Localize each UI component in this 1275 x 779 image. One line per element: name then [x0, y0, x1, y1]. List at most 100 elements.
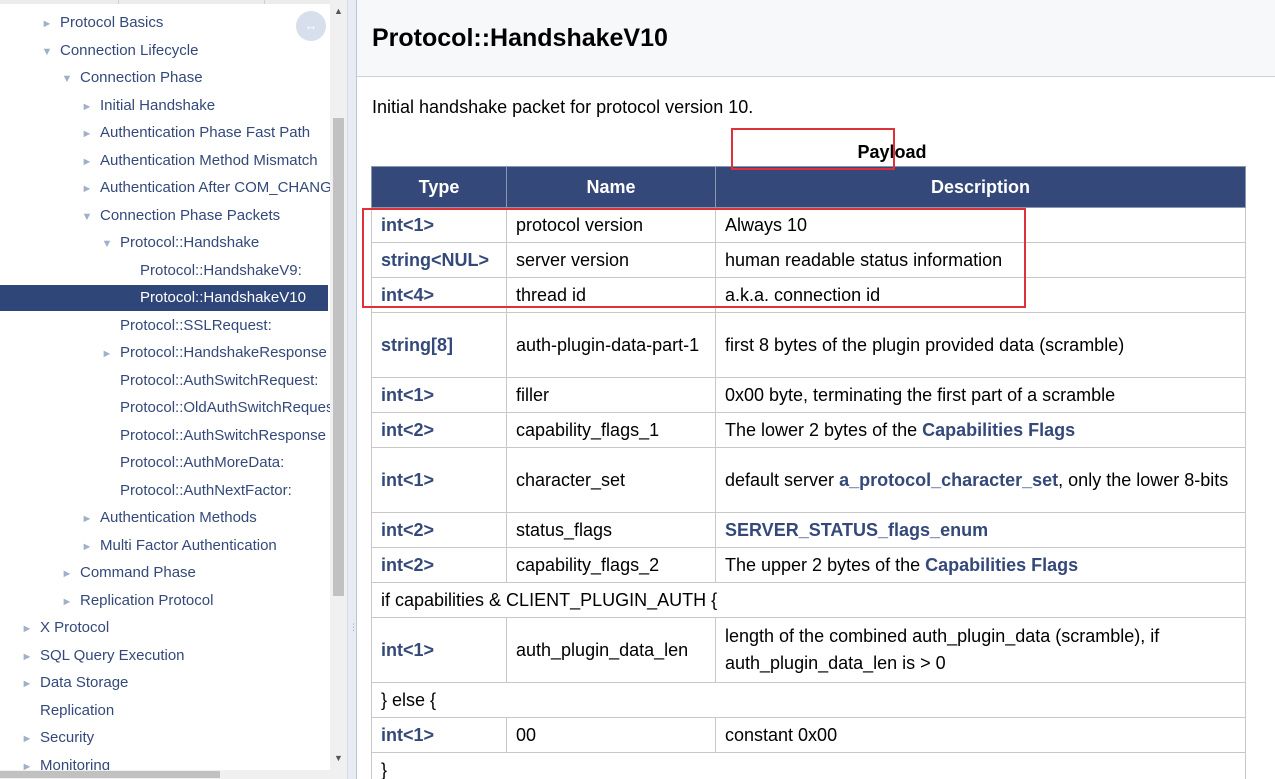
expand-arrow-icon[interactable]: ►	[20, 644, 34, 670]
nav-item-auth-switch-request[interactable]: Protocol::AuthSwitchRequest:	[100, 368, 318, 394]
cell-type: int<1>	[371, 447, 507, 513]
expand-arrow-icon[interactable]: ►	[80, 534, 94, 560]
nav-top-rule	[0, 0, 330, 4]
cell-name: capability_flags_2	[506, 547, 716, 583]
expand-arrow-icon[interactable]: ►	[20, 616, 34, 642]
nav-hscroll-thumb[interactable]	[0, 771, 220, 778]
desc-text: The upper 2 bytes of the	[725, 554, 926, 575]
expand-arrow-icon[interactable]: ►	[20, 754, 34, 770]
collapse-arrow-icon[interactable]: ▼	[80, 204, 94, 230]
desc-text: default server	[725, 469, 840, 490]
cell-name: filler	[506, 377, 716, 413]
nav-item-authentication-methods[interactable]: ► Authentication Methods	[80, 505, 257, 531]
rows-highlight-box	[362, 208, 1026, 308]
cell-description: The lower 2 bytes of the Capabilities Fl…	[715, 412, 1246, 448]
cell-name: character_set	[506, 447, 716, 513]
cell-type: int<1>	[371, 617, 507, 683]
expand-arrow-icon[interactable]: ►	[60, 561, 74, 587]
header-name: Name	[506, 166, 716, 208]
table-row: int<2> status_flags SERVER_STATUS_flags_…	[371, 512, 1246, 548]
expand-arrow-icon[interactable]: ►	[20, 671, 34, 697]
condition-row: } else {	[371, 682, 1246, 718]
cell-description: The upper 2 bytes of the Capabilities Fl…	[715, 547, 1246, 583]
expand-arrow-icon[interactable]: ►	[80, 506, 94, 532]
nav-item-auth-method-mismatch[interactable]: ► Authentication Method Mismatch	[80, 148, 318, 174]
nav-item-ssl-request[interactable]: Protocol::SSLRequest:	[100, 313, 272, 339]
cell-description: default server a_protocol_character_set,…	[715, 447, 1246, 513]
expand-arrow-icon[interactable]: ►	[80, 121, 94, 147]
expand-arrow-icon[interactable]: ►	[20, 726, 34, 752]
nav-item-protocol-basics[interactable]: ► Protocol Basics	[40, 10, 164, 37]
capabilities-flags-link[interactable]: Capabilities Flags	[922, 420, 1075, 440]
nav-item-x-protocol[interactable]: ► X Protocol	[20, 615, 110, 642]
scroll-up-arrow-icon[interactable]: ▲	[330, 3, 347, 20]
nav-item-connection-phase-packets[interactable]: ▼ Connection Phase Packets	[80, 203, 281, 230]
nav-item-auth-next-factor[interactable]: Protocol::AuthNextFactor:	[100, 478, 292, 504]
nav-item-auth-fast-path[interactable]: ► Authentication Phase Fast Path	[80, 120, 311, 147]
cell-description: length of the combined auth_plugin_data …	[715, 617, 1246, 683]
collapse-arrow-icon[interactable]: ▼	[40, 39, 54, 65]
expand-arrow-icon[interactable]: ►	[60, 589, 74, 615]
cell-description: constant 0x00	[715, 717, 1246, 753]
nav-item-replication-protocol[interactable]: ► Replication Protocol	[60, 588, 214, 615]
collapse-arrow-icon[interactable]: ▼	[60, 66, 74, 92]
page-title: Protocol::HandshakeV10	[372, 24, 668, 52]
nav-horizontal-scrollbar[interactable]	[0, 770, 347, 779]
expand-arrow-icon[interactable]: ►	[80, 149, 94, 175]
server-status-flags-link[interactable]: SERVER_STATUS_flags_enum	[725, 520, 988, 540]
nav-item-auth-more-data[interactable]: Protocol::AuthMoreData:	[100, 450, 284, 476]
nav-item-sql-query-execution[interactable]: ► SQL Query Execution	[20, 643, 185, 669]
nav-item-monitoring[interactable]: ► Monitoring	[20, 753, 111, 770]
nav-item-handshake-v10[interactable]: Protocol::HandshakeV10	[0, 285, 328, 311]
payload-highlight-box	[731, 128, 895, 170]
nav-item-replication[interactable]: Replication	[20, 698, 114, 724]
table-row: int<1> character_set default server a_pr…	[371, 447, 1246, 513]
intro-text: Initial handshake packet for protocol ve…	[372, 97, 754, 117]
collapse-arrow-icon[interactable]: ▼	[100, 231, 114, 257]
character-set-link[interactable]: a_protocol_character_set	[839, 470, 1058, 490]
nav-item-connection-phase[interactable]: ▼ Connection Phase	[60, 65, 203, 91]
nav-item-handshake-v9[interactable]: Protocol::HandshakeV9:	[120, 258, 302, 284]
condition-text: if capabilities & CLIENT_PLUGIN_AUTH {	[371, 582, 1246, 618]
nav-scroll-thumb[interactable]	[333, 118, 344, 596]
table-row: int<2> capability_flags_2 The upper 2 by…	[371, 547, 1246, 583]
nav-item-auth-switch-response[interactable]: Protocol::AuthSwitchResponse	[100, 423, 326, 449]
nav-item-command-phase[interactable]: ► Command Phase	[60, 560, 196, 586]
cell-name: auth-plugin-data-part-1	[506, 312, 716, 378]
cell-type: int<2>	[371, 412, 507, 448]
table-row: int<1> filler 0x00 byte, terminating the…	[371, 377, 1246, 413]
capabilities-flags-link[interactable]: Capabilities Flags	[925, 555, 1078, 575]
pane-splitter[interactable]: ⋮	[347, 0, 358, 779]
expand-arrow-icon[interactable]: ►	[80, 176, 94, 202]
condition-text: } else {	[371, 682, 1246, 718]
scroll-down-arrow-icon[interactable]: ▼	[330, 750, 347, 767]
nav-item-multi-factor-auth[interactable]: ► Multi Factor Authentication	[80, 533, 277, 559]
table-row: string[8] auth-plugin-data-part-1 first …	[371, 312, 1246, 378]
condition-text: }	[371, 752, 1246, 779]
condition-row: }	[371, 752, 1246, 779]
desc-text: The lower 2 bytes of the	[725, 419, 923, 440]
cell-name: auth_plugin_data_len	[506, 617, 716, 683]
expand-arrow-icon[interactable]: ►	[40, 11, 54, 37]
cell-type: int<1>	[371, 377, 507, 413]
table-row: int<1> 00 constant 0x00	[371, 717, 1246, 753]
nav-item-old-auth-switch-request[interactable]: Protocol::OldAuthSwitchRequest	[100, 395, 330, 421]
expand-arrow-icon[interactable]: ►	[100, 341, 114, 367]
nav-item-security[interactable]: ► Security	[20, 725, 95, 752]
cell-type: int<2>	[371, 512, 507, 548]
sync-toc-toggle-icon[interactable]: ↔	[296, 11, 326, 41]
nav-item-handshake-response[interactable]: ► Protocol::HandshakeResponse	[100, 340, 327, 366]
table-header-row: Type Name Description	[371, 166, 1246, 208]
header-type: Type	[371, 166, 507, 208]
nav-item-connection-lifecycle[interactable]: ▼ Connection Lifecycle	[40, 38, 199, 65]
nav-item-protocol-handshake[interactable]: ▼ Protocol::Handshake	[100, 230, 260, 257]
condition-row: if capabilities & CLIENT_PLUGIN_AUTH {	[371, 582, 1246, 618]
expand-arrow-icon[interactable]: ►	[80, 94, 94, 120]
desc-text: , only the lower 8-bits	[1058, 469, 1229, 490]
nav-item-initial-handshake[interactable]: ► Initial Handshake	[80, 93, 216, 120]
nav-item-data-storage[interactable]: ► Data Storage	[20, 670, 129, 697]
nav-item-auth-after-change-user[interactable]: ►Authentication After COM_CHANGE_USER	[80, 175, 330, 201]
content-pane: Protocol::HandshakeV10 Initial handshake…	[357, 0, 1275, 779]
nav-vertical-scrollbar[interactable]: ▲ ▼	[330, 0, 347, 770]
table-row: int<1> auth_plugin_data_len length of th…	[371, 617, 1246, 683]
